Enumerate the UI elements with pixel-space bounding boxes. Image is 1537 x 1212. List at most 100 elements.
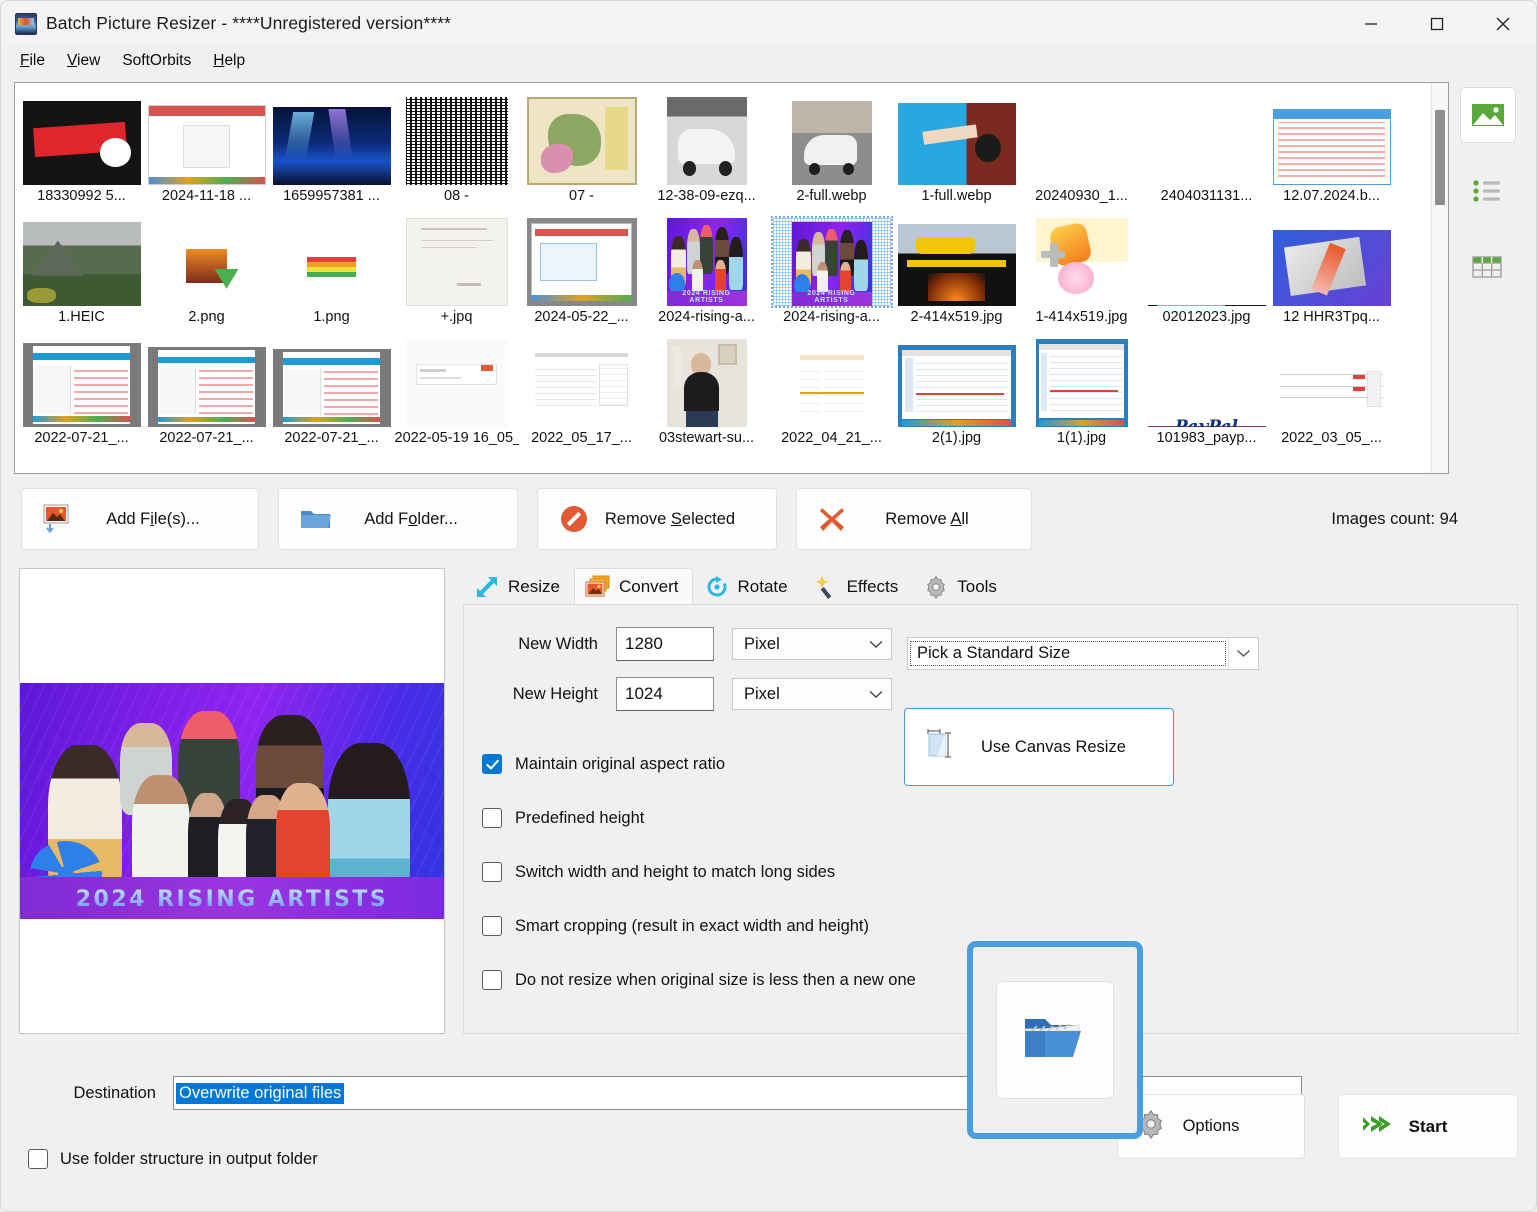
thumbnail-item[interactable]: 2022-07-21_... — [269, 328, 394, 449]
thumbnail-item[interactable]: 2(1).jpg — [894, 328, 1019, 449]
thumbnail-item[interactable]: 2024 RISING ARTISTS 2024-rising-a... — [769, 207, 894, 328]
thumbnail-item[interactable]: 2022_05_17_... — [519, 328, 644, 449]
new-height-input[interactable] — [616, 677, 714, 711]
thumbnail-art — [1147, 305, 1266, 306]
menu-softorbits[interactable]: SoftOrbits — [111, 49, 202, 73]
new-width-unit-value: Pixel — [744, 634, 780, 653]
thumbnail-item[interactable]: 2022-07-21_... — [19, 328, 144, 449]
thumbnail-item[interactable]: 2022-07-21_... — [144, 328, 269, 449]
thumbnail-art — [147, 226, 266, 306]
thumbnail-item[interactable]: 2022_03_05_... — [1269, 328, 1394, 449]
thumbnail-item[interactable]: 2022-05-19 16_05_59 — [394, 328, 519, 449]
thumbnail-item[interactable]: PayPal 101983_payp... — [1144, 328, 1269, 449]
menu-file[interactable]: File — [9, 49, 56, 73]
thumbnail-image — [1147, 97, 1266, 185]
thumbnail-item[interactable]: 2-full.webp — [769, 86, 894, 207]
tab-rotate[interactable]: Rotate — [693, 568, 802, 604]
thumbnail-item[interactable]: 18330992 5... — [19, 86, 144, 207]
chevron-down-icon[interactable] — [1228, 638, 1258, 669]
menu-help[interactable]: Help — [202, 49, 256, 73]
remove-selected-button[interactable]: Remove Selected — [537, 488, 777, 550]
thumbnail-item[interactable]: 1-full.webp — [894, 86, 1019, 207]
maximize-button[interactable] — [1404, 1, 1470, 46]
minimize-button[interactable] — [1338, 1, 1404, 46]
scrollbar-thumb[interactable] — [1435, 110, 1445, 205]
thumbnail-item[interactable]: 20240930_1... — [1019, 86, 1144, 207]
thumbnail-label: 2024-05-22_... — [534, 309, 629, 325]
use-folder-structure-row[interactable]: Use folder structure in output folder — [28, 1149, 318, 1169]
start-button[interactable]: Start — [1338, 1094, 1518, 1159]
thumbnail-item[interactable]: 07 - — [519, 86, 644, 207]
thumbnail-item[interactable]: 1659957381 ... — [269, 86, 394, 207]
resize-option-row[interactable]: Switch width and height to match long si… — [464, 845, 1517, 899]
list-view-button[interactable] — [1460, 163, 1516, 219]
thumbnail-art — [897, 103, 1016, 185]
menu-view[interactable]: View — [56, 49, 111, 73]
destination-label: Destination — [73, 1083, 156, 1102]
thumbnail-image — [773, 97, 891, 185]
remove-all-button[interactable]: Remove All — [796, 488, 1032, 550]
canvas-resize-icon — [923, 727, 957, 768]
thumbnail-item[interactable]: 1.HEIC — [19, 207, 144, 328]
menu-softorbits-label: SoftOrbits — [122, 52, 192, 69]
resize-option-checkbox[interactable] — [482, 862, 502, 882]
thumbnail-art — [272, 349, 391, 427]
thumbnail-item[interactable]: 2022_04_21_... — [769, 328, 894, 449]
image-preview: 2024 RISING ARTISTS — [19, 568, 445, 1034]
thumbnail-item[interactable]: 03stewart-su... — [644, 328, 769, 449]
thumbnail-item[interactable]: 2-414x519.jpg — [894, 207, 1019, 328]
thumbnail-art — [1035, 339, 1128, 427]
thumbnail-item[interactable]: 1.png — [269, 207, 394, 328]
thumbnail-label: 1.png — [313, 309, 350, 325]
thumbnail-item[interactable]: 08 - — [394, 86, 519, 207]
browse-destination-highlight[interactable] — [967, 941, 1143, 1139]
thumbnail-label: 2024-rising-a... — [783, 309, 880, 325]
resize-option-checkbox[interactable] — [482, 808, 502, 828]
new-width-input[interactable] — [616, 627, 714, 661]
details-view-button[interactable] — [1460, 239, 1516, 295]
tab-convert[interactable]: Convert — [573, 568, 693, 604]
thumbnail-item[interactable]: 02012023.jpg — [1144, 207, 1269, 328]
resize-option-checkbox[interactable] — [482, 754, 502, 774]
use-folder-structure-checkbox[interactable] — [28, 1149, 48, 1169]
thumbnail-item[interactable]: 1-414x519.jpg — [1019, 207, 1144, 328]
thumbnail-item[interactable]: 2024-11-18 ... — [144, 86, 269, 207]
thumbnail-art — [666, 339, 747, 427]
settings-tabs: Resize Convert Rotate Effects Tools — [463, 568, 1518, 604]
tab-rotate-label: Rotate — [737, 576, 788, 596]
thumbnail-label: 12 HHR3Tpq... — [1283, 309, 1380, 325]
thumbnail-label: 12.07.2024.b... — [1283, 188, 1380, 204]
thumbnail-label: 2-full.webp — [796, 188, 867, 204]
resize-option-checkbox[interactable] — [482, 970, 502, 990]
thumbnail-item[interactable]: +.jpq — [394, 207, 519, 328]
resize-option-row[interactable]: Predefined height — [464, 791, 1517, 845]
thumbnail-item[interactable]: 2024-05-22_... — [519, 207, 644, 328]
new-height-unit-select[interactable]: Pixel — [732, 678, 892, 710]
thumbnail-item[interactable]: 12-38-09-ezq... — [644, 86, 769, 207]
add-files-button[interactable]: Add File(s)... — [21, 488, 259, 550]
new-width-unit-select[interactable]: Pixel — [732, 628, 892, 660]
add-folder-button[interactable]: Add Folder... — [278, 488, 518, 550]
thumbnail-list[interactable]: 18330992 5... 2024-11-18 ... 1659957381 ..… — [14, 82, 1449, 474]
options-button[interactable]: Options — [1117, 1094, 1305, 1159]
resize-option-checkbox[interactable] — [482, 916, 502, 936]
thumbnail-item[interactable]: 12.07.2024.b... — [1269, 86, 1394, 207]
use-canvas-resize-button[interactable]: Use Canvas Resize — [904, 708, 1174, 786]
thumbnail-image — [272, 339, 391, 427]
thumbnail-item[interactable]: 2.png — [144, 207, 269, 328]
browse-destination-button[interactable] — [996, 981, 1114, 1099]
thumbnail-item[interactable]: 1(1).jpg — [1019, 328, 1144, 449]
tab-resize[interactable]: Resize — [463, 568, 574, 604]
tab-tools[interactable]: Tools — [912, 568, 1011, 604]
thumbnail-item[interactable]: 12 HHR3Tpq... — [1269, 207, 1394, 328]
close-button[interactable] — [1470, 1, 1536, 46]
tab-effects[interactable]: Effects — [802, 568, 913, 604]
standard-size-combo[interactable]: Pick a Standard Size — [907, 637, 1259, 670]
thumbnail-image — [897, 218, 1016, 306]
resize-option-label: Switch width and height to match long si… — [515, 862, 836, 881]
thumbnail-item[interactable]: 2024 RISING ARTISTS 2024-rising-a... — [644, 207, 769, 328]
thumbnail-scrollbar[interactable] — [1431, 83, 1448, 473]
thumbnail-view-button[interactable] — [1460, 87, 1516, 143]
thumbnail-image — [147, 218, 266, 306]
thumbnail-item[interactable]: 2404031131... — [1144, 86, 1269, 207]
